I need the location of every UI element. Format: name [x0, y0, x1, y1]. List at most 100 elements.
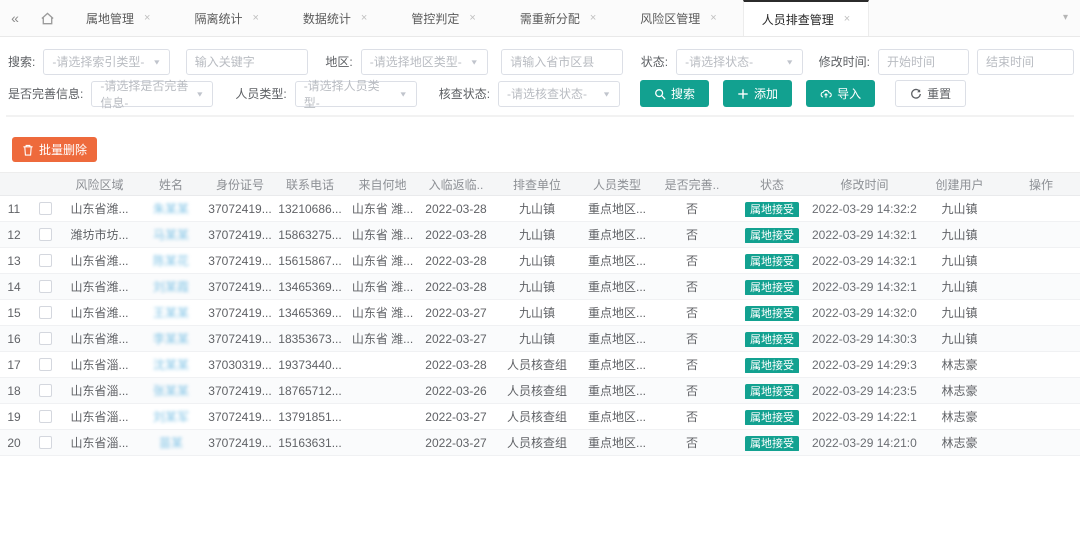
complete-info-select[interactable]: -请选择是否完善信息- ▼ [91, 81, 213, 107]
person-name-link[interactable]: 刘某霞 [153, 280, 189, 294]
home-icon[interactable] [30, 0, 64, 36]
date-cell: 2022-03-27 [420, 436, 492, 450]
tab-overflow-icon[interactable]: ▾ [1063, 12, 1068, 23]
checkbox-cell [28, 358, 62, 371]
row-checkbox[interactable] [39, 384, 52, 397]
origin-cell: 山东省 潍... [345, 304, 420, 321]
start-time-input[interactable] [887, 50, 960, 74]
modified-cell: 2022-03-29 14:32:21 [812, 202, 917, 216]
person-name-link[interactable]: 陈某花 [153, 254, 189, 268]
unit-cell: 九山镇 [492, 226, 582, 243]
tab-数据统计[interactable]: 数据统计× [285, 0, 385, 36]
tab-需重新分配[interactable]: 需重新分配× [502, 0, 614, 36]
index-type-select[interactable]: -请选择索引类型- ▼ [43, 49, 170, 75]
person-name-link[interactable]: 王某某 [153, 306, 189, 320]
date-cell: 2022-03-27 [420, 332, 492, 346]
phone-cell: 13791851... [275, 410, 345, 424]
row-checkbox[interactable] [39, 280, 52, 293]
add-button[interactable]: 添加 [723, 80, 792, 107]
creator-cell: 林志豪 [917, 382, 1002, 399]
region-cell: 山东省潍... [62, 330, 137, 347]
no-cell: 11 [0, 202, 28, 216]
table-header-cell: 创建用户 [917, 176, 1002, 193]
end-time-input[interactable] [986, 50, 1065, 74]
tab-属地管理[interactable]: 属地管理× [68, 0, 168, 36]
name-cell: 王某某 [137, 304, 205, 321]
person-name-link[interactable]: 沈某某 [153, 358, 189, 372]
tab-风险区管理[interactable]: 风险区管理× [622, 0, 734, 36]
checkbox-cell [28, 332, 62, 345]
status-badge[interactable]: 属地接受 [745, 306, 799, 321]
region-input[interactable] [510, 50, 614, 74]
name-cell: 陈某花 [137, 252, 205, 269]
status-label: 状态: [641, 53, 668, 70]
tab-人员排查管理[interactable]: 人员排查管理× [743, 0, 869, 36]
row-checkbox[interactable] [39, 306, 52, 319]
idcard-cell: 37072419... [205, 410, 275, 424]
status-badge[interactable]: 属地接受 [745, 358, 799, 373]
tab-管控判定[interactable]: 管控判定× [393, 0, 493, 36]
status-badge[interactable]: 属地接受 [745, 254, 799, 269]
table-header-cell: 入临返临.. [420, 176, 492, 193]
no-cell: 19 [0, 410, 28, 424]
name-cell: 李某某 [137, 330, 205, 347]
person-name-link[interactable]: 李某某 [153, 332, 189, 346]
status-badge[interactable]: 属地接受 [745, 280, 799, 295]
row-checkbox[interactable] [39, 436, 52, 449]
phone-cell: 19373440... [275, 358, 345, 372]
person_type-cell: 重点地区... [582, 226, 652, 243]
tab-close-icon[interactable]: × [844, 13, 850, 25]
person-name-link[interactable]: 马某某 [153, 228, 189, 242]
region-type-select[interactable]: -请选择地区类型- ▼ [361, 49, 488, 75]
status-badge[interactable]: 属地接受 [745, 384, 799, 399]
unit-cell: 九山镇 [492, 278, 582, 295]
row-checkbox[interactable] [39, 332, 52, 345]
search-form-row-1: 搜索: -请选择索引类型- ▼ 地区: -请选择地区类型- ▼ 状态: -请选择… [6, 48, 1074, 75]
creator-cell: 九山镇 [917, 304, 1002, 321]
status-select[interactable]: -请选择状态- ▼ [676, 49, 803, 75]
sidebar-collapse-icon[interactable]: « [0, 0, 30, 36]
check-status-label: 核查状态: [439, 85, 490, 102]
person-name-link[interactable]: 苗某 [159, 436, 183, 450]
idcard-cell: 37072419... [205, 384, 275, 398]
check-status-select[interactable]: -请选核查状态- ▼ [498, 81, 620, 107]
tab-close-icon[interactable]: × [252, 12, 258, 24]
keyword-input[interactable] [195, 50, 299, 74]
person-type-select[interactable]: -请选择人员类型- ▼ [295, 81, 417, 107]
reset-button[interactable]: 重置 [895, 80, 966, 107]
tab-close-icon[interactable]: × [590, 12, 596, 24]
search-panel: 搜索: -请选择索引类型- ▼ 地区: -请选择地区类型- ▼ 状态: -请选择… [0, 37, 1080, 125]
tab-close-icon[interactable]: × [144, 12, 150, 24]
person-name-link[interactable]: 朱某某 [153, 202, 189, 216]
modified-cell: 2022-03-29 14:21:03 [812, 436, 917, 450]
table-row: 14山东省潍...刘某霞37072419...13465369...山东省 潍.… [0, 274, 1080, 300]
import-button[interactable]: 导入 [806, 80, 875, 107]
status-badge[interactable]: 属地接受 [745, 410, 799, 425]
tab-隔离统计[interactable]: 隔离统计× [176, 0, 276, 36]
tab-close-icon[interactable]: × [710, 12, 716, 24]
modified-cell: 2022-03-29 14:30:34 [812, 332, 917, 346]
tab-close-icon[interactable]: × [469, 12, 475, 24]
region-cell: 潍坊市坊... [62, 226, 137, 243]
person-name-link[interactable]: 张某某 [153, 384, 189, 398]
status-badge[interactable]: 属地接受 [745, 202, 799, 217]
row-checkbox[interactable] [39, 228, 52, 241]
keyword-input-wrap [186, 49, 308, 75]
idcard-cell: 37072419... [205, 280, 275, 294]
search-button[interactable]: 搜索 [640, 80, 709, 107]
person-name-link[interactable]: 刘某军 [153, 410, 189, 424]
plus-icon [737, 88, 749, 100]
row-checkbox[interactable] [39, 202, 52, 215]
row-checkbox[interactable] [39, 410, 52, 423]
creator-cell: 林志豪 [917, 356, 1002, 373]
batch-delete-button[interactable]: 批量删除 [12, 137, 97, 162]
status-badge[interactable]: 属地接受 [745, 332, 799, 347]
row-checkbox[interactable] [39, 254, 52, 267]
tab-close-icon[interactable]: × [361, 12, 367, 24]
status-cell: 属地接受 [732, 357, 812, 373]
status-badge[interactable]: 属地接受 [745, 436, 799, 451]
complete-cell: 否 [652, 408, 732, 425]
complete-cell: 否 [652, 382, 732, 399]
status-badge[interactable]: 属地接受 [745, 228, 799, 243]
row-checkbox[interactable] [39, 358, 52, 371]
